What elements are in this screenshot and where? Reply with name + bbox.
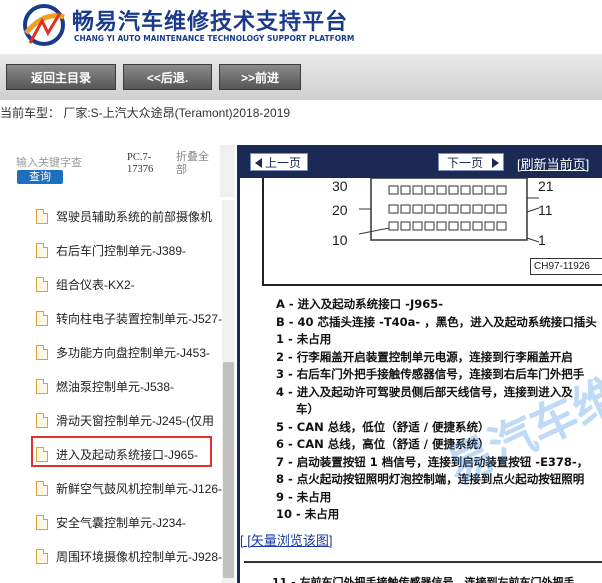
tree-item-label: 周围环境摄像机控制单元-J928-: [56, 550, 222, 564]
sidebar-top-scrollbar[interactable]: [220, 145, 235, 197]
pin-number: 20: [332, 202, 348, 218]
tree-item-label: 驾驶员辅助系统的前部摄像机: [56, 210, 213, 224]
next-page-label: 下一页: [447, 156, 484, 170]
document-icon: [36, 549, 48, 564]
tree-item-label: 右后车门控制单元-J389-: [56, 244, 187, 258]
tree-item[interactable]: 转向柱电子装置控制单元-J527-: [36, 310, 222, 330]
arrow-right-icon: [492, 158, 499, 168]
pin-number: 30: [332, 178, 348, 194]
pin-description: 11 - 左前车门外把手接触传感器信号，连接到左前车门外把手: [272, 576, 575, 583]
pin-description: B - 40 芯插头连接 -T40a- ，黑色，进入及起动系统接口插头: [276, 315, 597, 329]
collapse-all-link[interactable]: 折叠全部: [176, 151, 216, 177]
next-page-button[interactable]: 下一页: [438, 153, 504, 171]
tree-item[interactable]: 安全气囊控制单元-J234-: [36, 514, 186, 534]
main-navbar: 返回主目录 <<后退. >>前进: [0, 54, 602, 100]
pin-number: 10: [332, 232, 348, 248]
document-icon: [36, 243, 48, 258]
search-button[interactable]: 查询: [17, 170, 63, 184]
tree-item-label: 组合仪表-KX2-: [56, 278, 135, 292]
document-icon: [36, 209, 48, 224]
tree-item[interactable]: 周围环境摄像机控制单元-J928-: [36, 548, 222, 568]
tree-item[interactable]: 组合仪表-KX2-: [36, 276, 135, 296]
sidebar-scrollbar-thumb[interactable]: [223, 362, 234, 578]
diagram-code: CH97-11926: [530, 258, 602, 275]
pin-number: 21: [538, 178, 554, 194]
pin-description: A - 进入及起动系统接口 -J965-: [276, 297, 444, 311]
prev-page-label: 上一页: [265, 156, 302, 170]
tree-item[interactable]: 驾驶员辅助系统的前部摄像机: [36, 208, 212, 228]
document-icon: [36, 379, 48, 394]
document-icon: [36, 311, 48, 326]
pin-description: 10 - 未占用: [276, 507, 340, 521]
document-icon: [36, 413, 48, 428]
connector-diagram: 30 20 10 21 11 1 CH97-11926: [262, 178, 602, 286]
refresh-page-link[interactable]: [刷新当前页]: [517, 154, 589, 173]
document-icon: [36, 481, 48, 496]
document-icon: [36, 515, 48, 530]
section-divider: [244, 561, 602, 563]
home-button[interactable]: 返回主目录: [6, 64, 116, 90]
forward-button[interactable]: >>前进: [219, 64, 301, 90]
pin-description: 1 - 未占用: [276, 332, 332, 346]
pin-number: 11: [538, 202, 553, 218]
pin-description: 3 - 右后车门外把手接触传感器信号，连接到右后车门外把手: [276, 367, 585, 381]
tree-item[interactable]: 滑动天窗控制单元-J245-(仅用: [36, 412, 214, 432]
tree-item-label: 新鲜空气鼓风机控制单元-J126-: [56, 482, 222, 496]
content-pane: 上一页 下一页 [刷新当前页] 30 20 10 21 11 1 CH97-11…: [240, 145, 602, 583]
pin-description: 2 - 行李厢盖开启装置控制单元电源，连接到行李厢盖开启: [276, 350, 573, 364]
pin-description: 车）: [296, 402, 319, 416]
arrow-left-icon: [255, 158, 262, 168]
logo-icon: [23, 4, 65, 46]
app-title: 畅易汽车维修技术支持平台: [72, 10, 349, 35]
connector-drawing: [359, 178, 539, 243]
pin-description: 8 - 点火起动按钮照明灯泡控制端，连接到点火起动按钮照明: [276, 472, 585, 486]
tree-item-label: 燃油泵控制单元-J538-: [56, 380, 175, 394]
tree-item[interactable]: 右后车门控制单元-J389-: [36, 242, 186, 262]
tree-item[interactable]: 燃油泵控制单元-J538-: [36, 378, 174, 398]
tree-item-label: 转向柱电子装置控制单元-J527-: [56, 312, 222, 326]
tree-item-label: 滑动天窗控制单元-J245-(仅用: [56, 414, 215, 428]
vehicle-info: 当前车型： 厂家:S-上汽大众途昂(Teramont)2018-2019: [0, 106, 291, 120]
document-icon: [36, 277, 48, 292]
sidebar: 查询 PC.7-17376 折叠全部 驾驶员辅助系统的前部摄像机 右后车门控制单…: [0, 145, 237, 583]
pin-number: 1: [538, 232, 546, 248]
app-subtitle: CHANG YI AUTO MAINTENANCE TECHNOLOGY SUP…: [74, 34, 355, 43]
selection-highlight: [31, 436, 212, 467]
vector-view-link[interactable]: [ [矢量浏览该图]: [240, 530, 332, 549]
tree-item-label: 多功能方向盘控制单元-J453-: [56, 346, 211, 360]
prev-page-button[interactable]: 上一页: [250, 153, 308, 171]
pin-description: 9 - 未占用: [276, 490, 332, 504]
pc-code-label: PC.7-17376: [127, 152, 154, 175]
tree-list: 驾驶员辅助系统的前部摄像机 右后车门控制单元-J389- 组合仪表-KX2- 转…: [0, 202, 222, 583]
tree-item[interactable]: 新鲜空气鼓风机控制单元-J126-: [36, 480, 222, 500]
tree-item[interactable]: 多功能方向盘控制单元-J453-: [36, 344, 210, 364]
app-header: 畅易汽车维修技术支持平台 CHANG YI AUTO MAINTENANCE T…: [0, 0, 602, 54]
tree-item-label: 安全气囊控制单元-J234-: [56, 516, 187, 530]
document-icon: [36, 345, 48, 360]
back-button[interactable]: <<后退.: [123, 64, 212, 90]
page-toolbar: 上一页 下一页 [刷新当前页]: [240, 145, 602, 178]
